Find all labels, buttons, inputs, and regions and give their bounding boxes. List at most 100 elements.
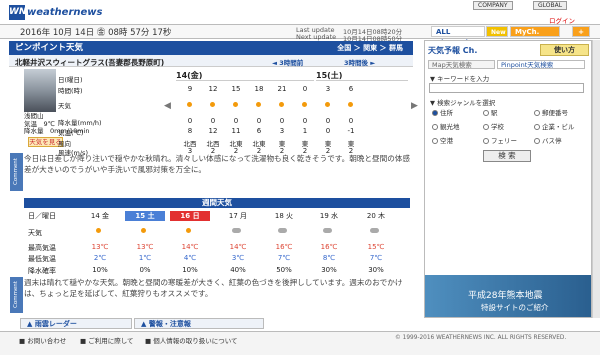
hour-time: 3	[325, 85, 331, 93]
terms-link[interactable]: ■ ご利用に際して	[80, 335, 134, 345]
add-tab-button[interactable]: +	[572, 26, 590, 37]
warnings-label[interactable]: 警報・注意報	[149, 320, 191, 328]
weather-page: WN weathernews COMPANY GLOBAL ログイン 2016年…	[0, 0, 600, 355]
radio-dot[interactable]	[483, 138, 489, 144]
scroll-left-arrow[interactable]: ◀	[164, 101, 171, 111]
genre-label[interactable]: 駅	[491, 109, 498, 117]
company-link[interactable]: COMPANY	[473, 1, 513, 10]
genre-radio[interactable]: 観光地	[432, 121, 460, 131]
tab-new[interactable]: New	[486, 26, 508, 37]
weekly-pop: 30%	[321, 266, 337, 274]
keyword-input[interactable]	[429, 83, 584, 93]
weekly-pop: 50%	[276, 266, 292, 274]
channel-title: 天気予報 Ch.	[428, 46, 478, 55]
privacy-label[interactable]: 個人情報の取り扱いについて	[153, 337, 237, 345]
weekly-day: 16 日	[170, 211, 210, 221]
hour-temp: 6	[256, 127, 262, 135]
weekly-min: 3℃	[231, 254, 245, 262]
webcam-image[interactable]	[24, 69, 56, 112]
sunny-icon	[369, 225, 380, 236]
genre-radio[interactable]: 空港	[432, 135, 453, 145]
hour-time: 6	[348, 85, 354, 93]
radio-dot[interactable]	[483, 124, 489, 130]
search-button[interactable]: 検 索	[483, 150, 531, 162]
hour-time: 9	[187, 85, 193, 93]
pinpoint-title: ピンポイント天気	[15, 43, 84, 53]
genre-radio[interactable]: 学校	[483, 121, 504, 131]
radio-dot[interactable]	[534, 124, 540, 130]
keyword-label: ▼ キーワードを入力	[430, 75, 490, 83]
tab-mych[interactable]: MyCh.	[510, 26, 560, 37]
privacy-link[interactable]: ■ 個人情報の取り扱いについて	[145, 335, 238, 345]
hour-time: 15	[231, 85, 241, 93]
genre-label[interactable]: 学校	[491, 123, 504, 131]
genre-label[interactable]: 企業・ビル	[542, 123, 575, 131]
genre-label[interactable]: 住所	[440, 109, 453, 117]
genre-radio[interactable]: フェリー	[483, 135, 517, 145]
next-3h-link[interactable]: 3時間後 ►	[344, 57, 375, 67]
sun-core	[233, 102, 238, 107]
genre-radio[interactable]: 住所	[432, 107, 453, 117]
hour-precip: 0	[325, 117, 331, 125]
icon-core	[186, 228, 191, 233]
genre-radio[interactable]: 企業・ビル	[534, 121, 575, 131]
tab-warnings[interactable]: ▲ 警報・注意報	[134, 318, 264, 329]
radio-dot[interactable]	[432, 124, 438, 130]
genre-radio[interactable]: バス停	[534, 135, 562, 145]
tab-all-channel[interactable]: ALL Channel	[431, 26, 485, 47]
terms-label[interactable]: ご利用に際して	[88, 337, 133, 345]
logo-icon[interactable]: WN	[9, 5, 26, 20]
global-link[interactable]: GLOBAL	[533, 1, 568, 10]
icon-core	[96, 228, 101, 233]
genre-label[interactable]: 観光地	[440, 123, 460, 131]
tab-rain-radar[interactable]: ▲ 雨雲レーダー	[20, 318, 132, 329]
tab-pinpoint-search[interactable]: Pinpoint天気検索	[497, 60, 585, 69]
hour-time: 12	[208, 85, 218, 93]
radio-dot[interactable]	[534, 138, 540, 144]
genre-radio[interactable]: 駅	[483, 107, 498, 117]
genre-label[interactable]: バス停	[542, 137, 562, 145]
scroll-right-arrow[interactable]: ▶	[411, 101, 418, 111]
genre-label: ▼ 検索ジャンルを選択	[430, 99, 496, 107]
genre-label[interactable]: 空港	[440, 137, 453, 145]
page-scrollbar[interactable]	[592, 40, 600, 318]
prev-3h-link[interactable]: ◄ 3時間前	[272, 57, 303, 67]
rain-cloud-icon	[277, 225, 288, 236]
brand-name[interactable]: weathernews	[27, 7, 102, 18]
genre-label[interactable]: 郵便番号	[542, 109, 568, 117]
comment2-tab: Comment	[10, 277, 23, 313]
rain-radar-label[interactable]: 雨雲レーダー	[35, 320, 77, 328]
breadcrumb[interactable]: 全国 ＞ 関東 ＞ 群馬	[337, 41, 403, 55]
icon-core	[323, 228, 332, 233]
radio-dot[interactable]	[432, 138, 438, 144]
howto-button[interactable]: 使い方	[540, 44, 589, 56]
hour-time: 0	[302, 85, 308, 93]
sunny-icon	[322, 225, 333, 236]
earthquake-title[interactable]: 平成28年熊本地震	[468, 288, 542, 301]
label-temp: 気温(℃)	[58, 129, 84, 137]
weekly-day: 20 木	[366, 212, 386, 220]
sun-core	[210, 102, 215, 107]
radio-dot[interactable]	[483, 110, 489, 116]
weekly-day: 15 土	[125, 211, 165, 221]
earthquake-subtitle[interactable]: 特設サイトのご紹介	[481, 302, 549, 313]
weekly-day: 18 火	[274, 212, 294, 220]
weekly-max: 16℃	[275, 243, 293, 251]
hour-precip: 0	[187, 117, 193, 125]
genre-label[interactable]: フェリー	[491, 137, 517, 145]
weekly-max: 13℃	[136, 243, 154, 251]
hour-temp: -1	[347, 127, 355, 135]
radio-dot[interactable]	[432, 110, 438, 116]
radio-dot[interactable]	[534, 110, 540, 116]
label-day: 日(曜日)	[58, 76, 83, 84]
howto-label[interactable]: 使い方	[554, 46, 575, 54]
tab-map-search[interactable]: Map天気検索	[428, 60, 495, 69]
search-label[interactable]: 検 索	[498, 151, 515, 160]
weekly-min: 8℃	[322, 254, 336, 262]
hour-precip: 0	[233, 117, 239, 125]
weekly-pop: 0%	[139, 266, 151, 274]
contact-label[interactable]: お問い合わせ	[27, 337, 66, 345]
contact-link[interactable]: ■ お問い合わせ	[19, 335, 66, 345]
hour-time: 18	[254, 85, 264, 93]
genre-radio[interactable]: 郵便番号	[534, 107, 568, 117]
